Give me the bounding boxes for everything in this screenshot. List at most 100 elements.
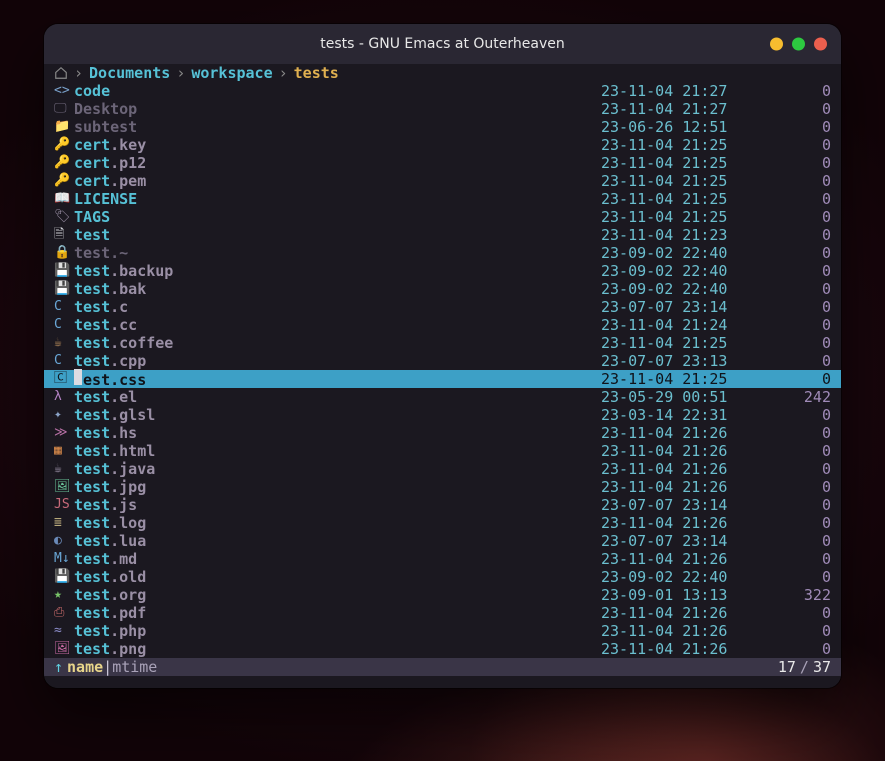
minimize-button[interactable] [770,38,783,51]
file-row[interactable]: JStest.js23-07-07 23:140 [44,496,841,514]
file-basename: cert [74,154,110,172]
file-basename: test [74,424,110,442]
file-size: 0 [771,496,831,514]
file-dot: . [110,172,119,190]
log-icon: ≣ [54,514,70,532]
file-mtime: 23-07-07 23:14 [601,496,771,514]
sort-key-active[interactable]: name [67,658,103,676]
file-mtime: 23-11-04 21:25 [601,370,771,388]
lock-icon: 🔒 [54,244,70,262]
file-row[interactable]: 🖼test.png23-11-04 21:260 [44,640,841,658]
position-current: 17 [778,658,796,676]
close-button[interactable] [814,38,827,51]
breadcrumb-segment-2[interactable]: tests [294,64,339,82]
file-name: test.bak [74,280,146,298]
breadcrumb-segment-0[interactable]: Documents [89,64,170,82]
file-size: 0 [771,514,831,532]
mode-line[interactable]: ↑ name | mtime 17/37 [44,658,841,676]
file-row[interactable]: ≫test.hs23-11-04 21:260 [44,424,841,442]
file-dot: . [110,550,119,568]
file-row[interactable]: Ctest.c23-07-07 23:140 [44,298,841,316]
book-icon: 📖 [54,190,70,208]
file-name: test.glsl [74,406,155,424]
file-row[interactable]: 📖LICENSE23-11-04 21:250 [44,190,841,208]
breadcrumb-separator: › [176,64,185,82]
file-basename: test [74,568,110,586]
backup-icon: 💾 [54,280,70,298]
file-name: test.hs [74,424,137,442]
file-row[interactable]: λtest.el23-05-29 00:51242 [44,388,841,406]
file-row[interactable]: 🏷TAGS23-11-04 21:250 [44,208,841,226]
minibuffer[interactable] [44,676,841,688]
file-row[interactable]: Ctest.cc23-11-04 21:240 [44,316,841,334]
file-row[interactable]: Ctest.cpp23-07-07 23:130 [44,352,841,370]
file-row[interactable]: 🖵Desktop23-11-04 21:270 [44,100,841,118]
file-extension: ~ [119,244,128,262]
java-icon: ☕ [54,460,70,478]
file-row[interactable]: 💾test.bak23-09-02 22:400 [44,280,841,298]
file-name: test.backup [74,262,173,280]
file-extension: md [119,550,137,568]
file-name: test.~ [74,244,128,262]
file-name: test.org [74,586,146,604]
file-row[interactable]: 🔑cert.p1223-11-04 21:250 [44,154,841,172]
file-row[interactable]: ★test.org23-09-01 13:13322 [44,586,841,604]
file-mtime: 23-07-07 23:14 [601,298,771,316]
file-row[interactable]: 🔑cert.key23-11-04 21:250 [44,136,841,154]
breadcrumb: › Documents › workspace › tests [44,64,841,82]
cursor [74,369,82,385]
code-icon: <> [54,82,70,100]
file-row[interactable]: 💾test.old23-09-02 22:400 [44,568,841,586]
file-row[interactable]: ⎙test.pdf23-11-04 21:260 [44,604,841,622]
file-basename: test [74,280,110,298]
file-row[interactable]: ◐test.lua23-07-07 23:140 [44,532,841,550]
file-row[interactable]: <>code23-11-04 21:270 [44,82,841,100]
file-name: test.el [74,388,137,406]
file-row[interactable]: ☕test.coffee23-11-04 21:250 [44,334,841,352]
file-dot: . [110,388,119,406]
pdf-icon: ⎙ [54,604,70,622]
file-basename: test [74,226,110,244]
file-mtime: 23-09-02 22:40 [601,568,771,586]
file-size: 0 [771,262,831,280]
file-row[interactable]: 🔑cert.pem23-11-04 21:250 [44,172,841,190]
file-size: 0 [771,406,831,424]
sort-key-other[interactable]: mtime [112,658,157,676]
file-row[interactable]: 🄲test.css23-11-04 21:250 [44,370,841,388]
file-dot: . [110,604,119,622]
file-row[interactable]: M↓test.md23-11-04 21:260 [44,550,841,568]
file-mtime: 23-07-07 23:14 [601,532,771,550]
file-list[interactable]: <>code23-11-04 21:270🖵Desktop23-11-04 21… [44,82,841,658]
file-basename: test [74,352,110,370]
file-row[interactable]: ≣test.log23-11-04 21:260 [44,514,841,532]
breadcrumb-segment-1[interactable]: workspace [191,64,272,82]
position-total: 37 [813,658,831,676]
file-row[interactable]: ▦test.html23-11-04 21:260 [44,442,841,460]
titlebar[interactable]: tests - GNU Emacs at Outerheaven [44,24,841,64]
maximize-button[interactable] [792,38,805,51]
file-mtime: 23-11-04 21:25 [601,154,771,172]
file-name: test.log [74,514,146,532]
file-dot: . [110,136,119,154]
file-row[interactable]: 🖼test.jpg23-11-04 21:260 [44,478,841,496]
file-dot: . [110,514,119,532]
js-icon: JS [54,496,70,514]
file-row[interactable]: ☕test.java23-11-04 21:260 [44,460,841,478]
file-row[interactable]: 📁subtest23-06-26 12:510 [44,118,841,136]
file-row[interactable]: 💾test.backup23-09-02 22:400 [44,262,841,280]
file-size: 0 [771,226,831,244]
file-extension: css [119,371,146,389]
file-row[interactable]: 🔒test.~23-09-02 22:400 [44,244,841,262]
file-size: 0 [771,82,831,100]
file-dot: . [110,424,119,442]
file-row[interactable]: 🗎test23-11-04 21:230 [44,226,841,244]
file-extension: backup [119,262,173,280]
file-size: 0 [771,154,831,172]
file-dot: . [110,244,119,262]
file-row[interactable]: ≈test.php23-11-04 21:260 [44,622,841,640]
home-icon[interactable] [54,66,68,80]
file-row[interactable]: ✦test.glsl23-03-14 22:310 [44,406,841,424]
file-size: 0 [771,334,831,352]
file-basename: TAGS [74,208,110,226]
file-extension: p12 [119,154,146,172]
